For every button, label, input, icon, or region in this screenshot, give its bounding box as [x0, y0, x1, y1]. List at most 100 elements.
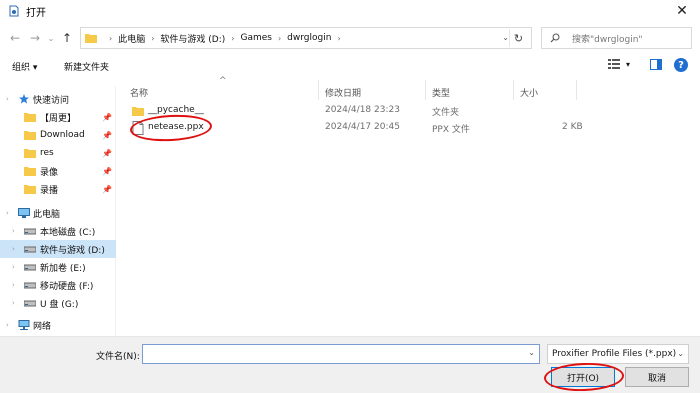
- window-title: 打开: [26, 7, 46, 19]
- sidebar-item-label: res: [40, 148, 54, 158]
- folder-icon: [85, 34, 97, 43]
- column-header-size[interactable]: 大小: [520, 82, 538, 102]
- sidebar-item-res[interactable]: res 📌: [0, 144, 116, 162]
- folder-icon: [24, 185, 36, 194]
- drive-icon: [24, 246, 36, 253]
- column-header-name[interactable]: 名称: [130, 82, 148, 102]
- pin-icon: 📌: [102, 148, 112, 158]
- sidebar-item-label: 软件与游戏 (D:): [40, 245, 105, 256]
- sidebar-item-label: 【周更】: [40, 113, 77, 124]
- organize-button[interactable]: 组织 ▾: [12, 60, 37, 73]
- address-bar[interactable]: › 此电脑 › 软件与游戏 (D:) › Games › dwrglogin ›…: [80, 27, 532, 49]
- folder-icon: [24, 131, 36, 140]
- search-icon: [550, 33, 560, 43]
- chevron-down-icon[interactable]: ⌄: [502, 33, 509, 42]
- sidebar-item-streams[interactable]: 录播 📌: [0, 180, 116, 198]
- expand-arrow-icon[interactable]: ›: [12, 245, 15, 253]
- column-divider[interactable]: [513, 80, 514, 100]
- search-input[interactable]: 搜索"dwrglogin": [541, 27, 692, 49]
- expand-arrow-icon[interactable]: ›: [12, 227, 15, 235]
- drive-icon: [24, 264, 36, 271]
- sidebar-item-label: 此电脑: [33, 209, 61, 220]
- chevron-down-icon: ⌄: [677, 349, 684, 358]
- navigation-bar: ← → ⌄ ↑ › 此电脑 › 软件与游戏 (D:) › Games › dwr…: [0, 24, 700, 52]
- filename-input[interactable]: ⌄: [142, 344, 540, 364]
- chevron-down-icon[interactable]: ⌄: [528, 348, 535, 357]
- star-icon: [19, 94, 29, 104]
- expand-arrow-icon[interactable]: ›: [6, 321, 9, 329]
- folder-icon: [24, 167, 36, 176]
- view-options-button[interactable]: ▾: [608, 59, 630, 69]
- expand-arrow-icon[interactable]: ›: [12, 299, 15, 307]
- sidebar-item-drive-g[interactable]: › U 盘 (G:): [0, 294, 116, 312]
- drive-icon: [24, 282, 36, 289]
- new-folder-button[interactable]: 新建文件夹: [64, 60, 109, 73]
- breadcrumb-item[interactable]: 此电脑: [118, 32, 145, 45]
- column-divider[interactable]: [318, 80, 319, 100]
- breadcrumb-separator: ›: [337, 33, 341, 43]
- breadcrumb-item[interactable]: dwrglogin: [287, 33, 331, 43]
- pin-icon: 📌: [102, 184, 112, 194]
- sidebar-item-label: 本地磁盘 (C:): [40, 227, 96, 238]
- file-date: 2024/4/18 23:23: [325, 105, 400, 115]
- search-placeholder: 搜索"dwrglogin": [572, 34, 643, 45]
- folder-icon: [24, 149, 36, 158]
- breadcrumb-separator: ›: [151, 33, 155, 43]
- sidebar-item-drive-c[interactable]: › 本地磁盘 (C:): [0, 222, 116, 240]
- sidebar-item-drive-e[interactable]: › 新加卷 (E:): [0, 258, 116, 276]
- preview-pane-button[interactable]: [650, 59, 662, 73]
- sidebar-item-label: 新加卷 (E:): [40, 263, 86, 274]
- breadcrumb-item[interactable]: Games: [240, 33, 271, 43]
- sidebar-item-drive-f[interactable]: › 移动硬盘 (F:): [0, 276, 116, 294]
- filename-label: 文件名(N):: [96, 352, 140, 362]
- sort-ascending-icon: ^: [219, 76, 227, 86]
- breadcrumb-item[interactable]: 软件与游戏 (D:): [160, 32, 225, 45]
- sidebar-item-label: 录播: [40, 185, 59, 196]
- sidebar-item-label: 网络: [33, 321, 52, 332]
- column-divider[interactable]: [425, 80, 426, 100]
- up-arrow-icon[interactable]: ↑: [56, 27, 78, 49]
- dialog-footer: 文件名(N): ⌄ Proxifier Profile Files (*.ppx…: [0, 336, 700, 393]
- file-size: 2 KB: [562, 122, 583, 132]
- expand-arrow-icon[interactable]: ›: [6, 209, 9, 217]
- sidebar-item-this-pc[interactable]: › 此电脑: [0, 204, 116, 222]
- refresh-icon[interactable]: ↻: [509, 29, 527, 47]
- close-icon[interactable]: ✕: [674, 3, 690, 19]
- sidebar-item-drive-d[interactable]: › 软件与游戏 (D:): [0, 240, 116, 258]
- sidebar-item-weekly[interactable]: 【周更】 📌: [0, 108, 116, 126]
- file-type: 文件夹: [432, 108, 460, 118]
- sidebar-item-label: 录像: [40, 167, 59, 178]
- sidebar-item-label: 快速访问: [33, 95, 70, 106]
- app-icon: [8, 5, 20, 17]
- sidebar-item-download[interactable]: Download 📌: [0, 126, 116, 144]
- navigation-pane: › 快速访问 【周更】 📌 Download 📌 res 📌 录像 📌 录播 📌…: [0, 86, 116, 336]
- sidebar-item-quick-access[interactable]: › 快速访问: [0, 90, 116, 108]
- drive-icon: [24, 300, 36, 307]
- column-header-date[interactable]: 修改日期: [325, 82, 361, 102]
- breadcrumb-separator: ›: [109, 33, 113, 43]
- breadcrumb-separator: ›: [231, 33, 235, 43]
- column-header-type[interactable]: 类型: [432, 82, 450, 102]
- toolbar: 组织 ▾ 新建文件夹 ▾ ?: [0, 56, 700, 76]
- back-arrow-icon[interactable]: ←: [4, 27, 26, 49]
- network-icon: [18, 320, 30, 330]
- sidebar-item-label: U 盘 (G:): [40, 299, 79, 310]
- breadcrumb-separator: ›: [277, 33, 282, 43]
- expand-arrow-icon[interactable]: ›: [12, 263, 15, 271]
- cancel-button-label: 取消: [647, 373, 666, 384]
- file-type-value: Proxifier Profile Files (*.ppx): [552, 349, 677, 359]
- sidebar-item-label: Download: [40, 130, 85, 140]
- help-icon[interactable]: ?: [674, 58, 688, 72]
- folder-icon: [132, 107, 144, 116]
- expand-arrow-icon[interactable]: ›: [6, 95, 9, 103]
- file-type: PPX 文件: [432, 125, 470, 135]
- file-type-select[interactable]: Proxifier Profile Files (*.ppx) ⌄: [547, 344, 689, 364]
- sidebar-item-recordings[interactable]: 录像 📌: [0, 162, 116, 180]
- column-divider[interactable]: [576, 80, 577, 100]
- sidebar-item-network[interactable]: › 网络: [0, 316, 116, 334]
- preview-pane-icon: [650, 59, 662, 70]
- chevron-down-icon: ▾: [626, 59, 631, 69]
- cancel-button[interactable]: 取消: [625, 367, 689, 387]
- computer-icon: [18, 208, 30, 218]
- expand-arrow-icon[interactable]: ›: [12, 281, 15, 289]
